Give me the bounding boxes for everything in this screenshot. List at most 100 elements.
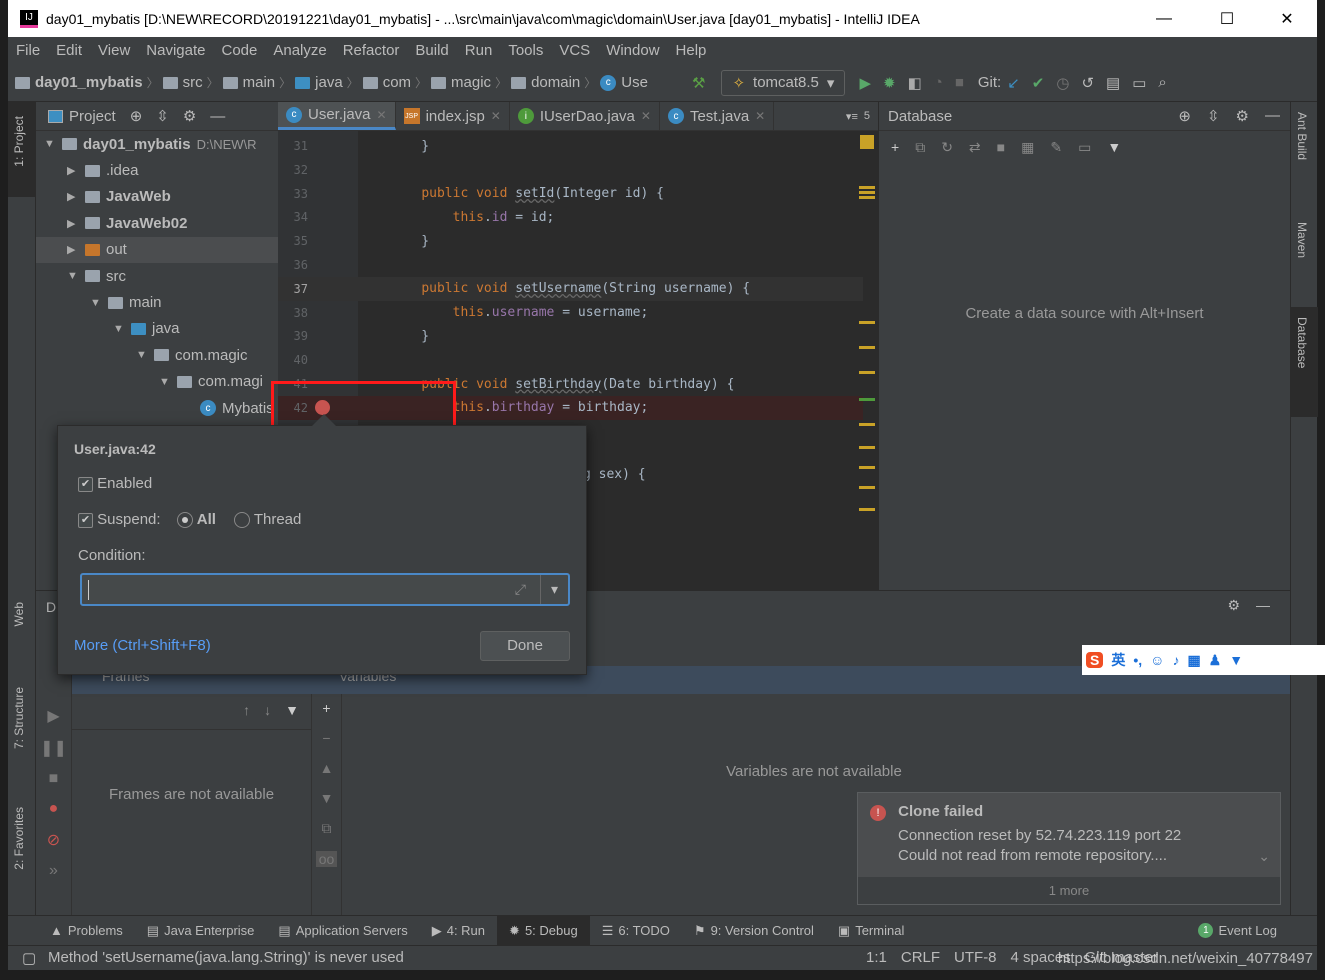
more-notifications-link[interactable]: 1 more: [858, 877, 1280, 904]
database-tool-button[interactable]: Database: [1295, 317, 1309, 368]
condition-input[interactable]: ⤢ ▾: [80, 573, 570, 606]
tree-item[interactable]: ▼ day01_mybatis D:\NEW\R: [36, 131, 278, 157]
breadcrumb-item[interactable]: magic: [428, 74, 494, 91]
sogou-logo-icon[interactable]: S: [1086, 652, 1104, 668]
web-tool-button[interactable]: Web: [12, 602, 26, 626]
menu-refactor[interactable]: Refactor: [335, 42, 408, 59]
hide-icon[interactable]: —: [210, 108, 225, 125]
code-line[interactable]: 37 public void setUsername(String userna…: [278, 276, 863, 301]
git-update-icon[interactable]: ↙: [1007, 74, 1020, 92]
view-breakpoints-icon[interactable]: ●: [49, 800, 59, 818]
coverage-icon[interactable]: ◧: [908, 74, 922, 92]
file-encoding[interactable]: UTF-8: [954, 949, 997, 966]
collapse-icon[interactable]: ⇳: [156, 107, 169, 125]
caret-position[interactable]: 1:1: [866, 949, 887, 966]
code-line[interactable]: 31 }: [278, 134, 863, 158]
event-log-tab[interactable]: 1 Event Log: [1186, 916, 1317, 945]
move-down-icon[interactable]: ▼: [320, 790, 334, 806]
locate-icon[interactable]: ⊕: [130, 107, 143, 125]
error-stripe-mark[interactable]: [859, 321, 875, 324]
breadcrumb-item[interactable]: day01_mybatis: [12, 74, 146, 91]
table-icon[interactable]: ▦: [1021, 139, 1034, 156]
enabled-checkbox[interactable]: ✔ Enabled: [78, 475, 152, 492]
tree-item[interactable]: ▼ java: [36, 316, 278, 342]
tree-item[interactable]: ▶ JavaWeb02: [36, 210, 278, 236]
menu-run[interactable]: Run: [457, 42, 501, 59]
debug-icon[interactable]: ✹: [883, 74, 896, 92]
error-stripe-mark[interactable]: [859, 346, 875, 349]
close-button[interactable]: ✕: [1258, 0, 1316, 37]
error-stripe-mark[interactable]: [859, 508, 875, 511]
up-icon[interactable]: ↑: [243, 702, 250, 721]
tab-overflow-button[interactable]: ▾≡ 5: [838, 102, 878, 130]
menu-edit[interactable]: Edit: [48, 42, 90, 59]
hide-icon[interactable]: —: [1256, 597, 1270, 613]
inspection-status-icon[interactable]: [860, 135, 874, 149]
ant-build-tool-button[interactable]: Ant Build: [1295, 112, 1309, 160]
suspend-checkbox[interactable]: ✔ Suspend:: [78, 511, 161, 528]
maven-tool-button[interactable]: Maven: [1295, 222, 1309, 258]
collapsed-arrow-icon[interactable]: ▶: [67, 217, 79, 230]
breadcrumb-item[interactable]: domain: [508, 74, 583, 91]
expanded-arrow-icon[interactable]: ▼: [90, 297, 102, 309]
menu-file[interactable]: File: [8, 42, 48, 59]
gear-icon[interactable]: ⚙: [1236, 107, 1249, 125]
tab-test-java[interactable]: c Test.java ✕: [660, 102, 775, 130]
stop-icon[interactable]: ■: [49, 770, 59, 788]
error-stripe-mark[interactable]: [859, 398, 875, 401]
sync-icon[interactable]: ⇄: [969, 139, 981, 156]
done-button[interactable]: Done: [480, 631, 570, 661]
tool-tab--run[interactable]: ▶ 4: Run: [420, 916, 497, 945]
code-line[interactable]: 40: [278, 348, 863, 372]
expanded-arrow-icon[interactable]: ▼: [44, 138, 56, 150]
add-watch-icon[interactable]: +: [322, 700, 330, 716]
menu-window[interactable]: Window: [598, 42, 667, 59]
error-stripe-mark[interactable]: [859, 423, 875, 426]
code-line[interactable]: 35 }: [278, 229, 863, 253]
ime-language-toggle[interactable]: 英: [1111, 650, 1125, 670]
project-structure-icon[interactable]: ▤: [1106, 74, 1120, 92]
terminal-icon[interactable]: ▭: [1132, 74, 1146, 92]
watches-toggle-icon[interactable]: oo: [315, 851, 338, 867]
run-config-select[interactable]: ✧ tomcat8.5 ▾: [721, 69, 846, 96]
keyboard-icon[interactable]: ▦: [1187, 652, 1200, 669]
git-history-icon[interactable]: ◷: [1056, 74, 1069, 92]
clone-failed-notification[interactable]: ! Clone failed Connection reset by 52.74…: [857, 792, 1281, 905]
suspend-all-radio[interactable]: All: [176, 511, 216, 529]
code-line[interactable]: 36: [278, 253, 863, 277]
error-stripe-mark[interactable]: [859, 196, 875, 199]
toggle-tool-windows-icon[interactable]: ▢: [22, 949, 36, 967]
expanded-arrow-icon[interactable]: ▼: [67, 270, 79, 282]
breadcrumb-item[interactable]: com: [360, 74, 414, 91]
copy-icon[interactable]: ⧉: [915, 139, 925, 156]
chevron-down-icon[interactable]: ▾: [540, 575, 568, 604]
error-stripe-mark[interactable]: [859, 191, 875, 194]
menu-tools[interactable]: Tools: [500, 42, 551, 59]
pause-icon[interactable]: ❚❚: [40, 738, 67, 758]
add-icon[interactable]: +: [891, 139, 899, 155]
tab-user-java[interactable]: c User.java ✕: [278, 102, 396, 130]
debug-tab[interactable]: D: [46, 599, 56, 615]
menu-view[interactable]: View: [90, 42, 138, 59]
copy-icon[interactable]: ⧉: [322, 820, 332, 837]
breadcrumb-item[interactable]: java: [292, 74, 346, 91]
tree-item[interactable]: ▼ com.magic: [36, 342, 278, 368]
error-stripe-mark[interactable]: [859, 186, 875, 189]
code-line[interactable]: 32: [278, 158, 863, 182]
edit-icon[interactable]: ✎: [1050, 139, 1062, 156]
tool-tab-terminal[interactable]: ▣ Terminal: [826, 916, 916, 945]
close-tab-icon[interactable]: ✕: [641, 109, 651, 123]
expand-icon[interactable]: ⤢: [515, 581, 526, 598]
build-hammer-icon[interactable]: ⚒: [692, 74, 705, 92]
skin-icon[interactable]: ▼: [1229, 652, 1243, 668]
tree-item[interactable]: ▶ out: [36, 236, 278, 263]
tree-item[interactable]: c Mybatis: [36, 395, 278, 421]
tool-tab-java-enterprise[interactable]: ▤ Java Enterprise: [135, 916, 267, 945]
punctuation-icon[interactable]: •,: [1133, 652, 1142, 668]
maximize-button[interactable]: ☐: [1198, 0, 1256, 37]
more-link[interactable]: More (Ctrl+Shift+F8): [74, 637, 211, 654]
tree-item[interactable]: ▼ src: [36, 263, 278, 289]
project-tool-button[interactable]: 1: Project: [12, 116, 26, 167]
down-icon[interactable]: ↓: [264, 702, 271, 721]
error-stripe-mark[interactable]: [859, 486, 875, 489]
